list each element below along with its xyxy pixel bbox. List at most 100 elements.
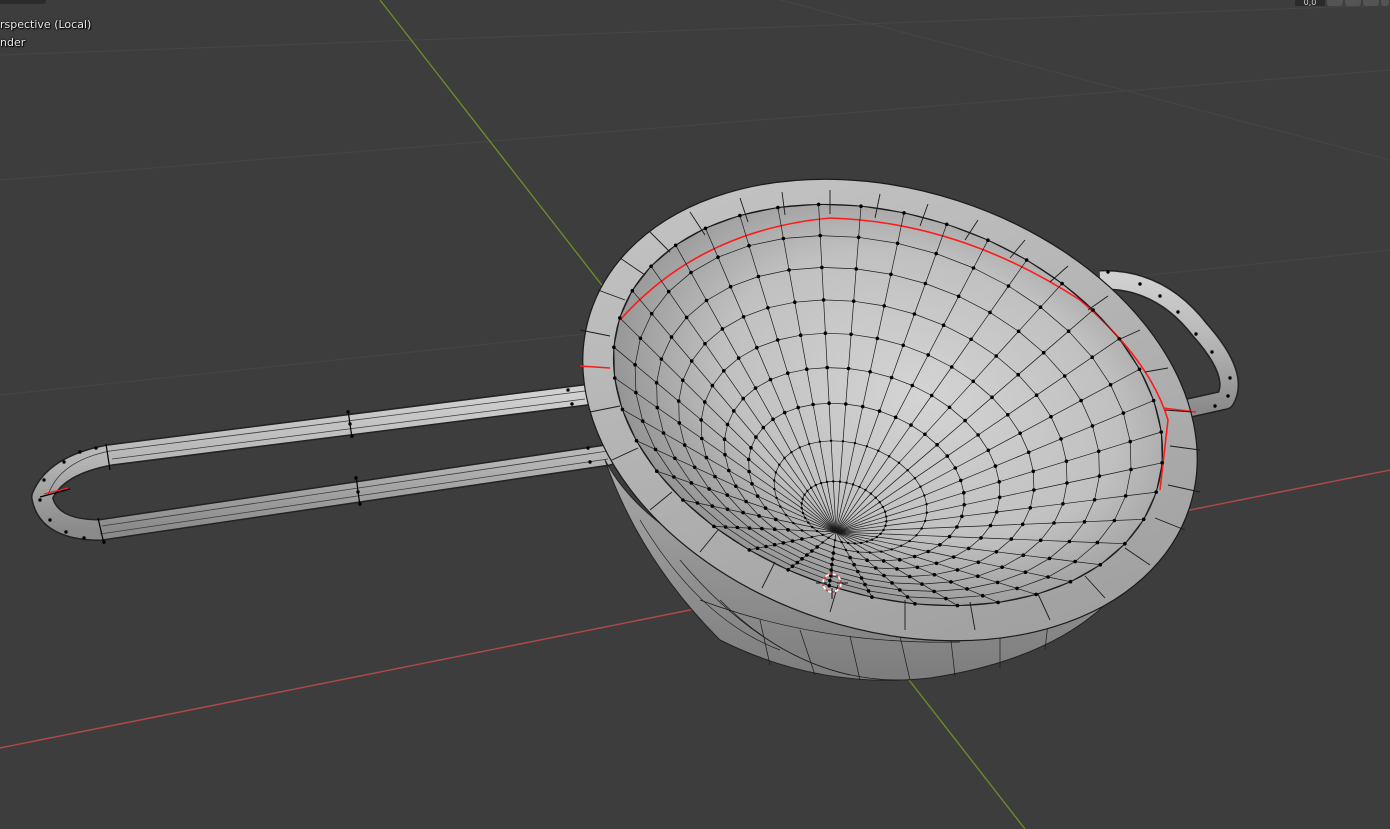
mesh-vertex: [776, 205, 780, 210]
mesh-vertex: [819, 481, 823, 485]
mesh-vertex: [990, 395, 994, 400]
mesh-vertex: [845, 481, 848, 484]
mesh-vertex: [634, 390, 638, 395]
mesh-vertex: [722, 437, 727, 442]
mesh-vertex: [755, 345, 759, 350]
mesh-vertex: [988, 523, 993, 528]
mesh-vertex: [747, 469, 751, 474]
mesh-vertex: [912, 554, 917, 559]
mesh-vertex: [723, 525, 728, 529]
mesh-vertex: [801, 511, 805, 515]
header-button[interactable]: [1363, 0, 1379, 6]
mesh-vertex: [1141, 517, 1146, 522]
mesh-vertex: [612, 345, 616, 350]
strainer-handle[interactable]: [31, 384, 619, 545]
mesh-vertex: [1128, 439, 1132, 444]
mesh-vertex: [906, 469, 909, 472]
mesh-vertex: [815, 545, 819, 549]
mesh-vertex: [1065, 481, 1069, 485]
mesh-vertex: [895, 567, 899, 571]
mesh-vertex: [1031, 469, 1036, 474]
mesh-vertex: [1038, 305, 1043, 310]
mesh-vertex: [798, 446, 801, 449]
header-tab[interactable]: [0, 0, 46, 4]
mesh-vertex: [925, 511, 928, 514]
mesh-vertex: [848, 555, 852, 560]
mesh-vertex: [851, 483, 855, 486]
mesh-vertex: [681, 498, 685, 502]
mesh-vertex: [772, 527, 777, 531]
mesh-vertex: [722, 369, 726, 373]
mesh-vertex: [707, 487, 711, 491]
mesh-vertex: [833, 539, 837, 542]
mesh-vertex: [849, 332, 853, 337]
mesh-vertex: [898, 588, 902, 592]
mesh-vertex: [710, 504, 715, 508]
mesh-vertex: [897, 557, 902, 562]
mesh-vertex: [1060, 281, 1064, 286]
mesh-vertex: [840, 540, 843, 544]
mesh-vertex: [915, 534, 918, 537]
mesh-vertex: [955, 525, 959, 529]
header-button[interactable]: [1345, 0, 1361, 6]
mesh-vertex: [859, 541, 863, 545]
mesh-vertex: [1021, 553, 1026, 557]
header-value-field[interactable]: 0,0: [1295, 0, 1325, 6]
mesh-vertex: [965, 587, 969, 591]
mesh-vertex: [1098, 562, 1103, 567]
mesh-vertex: [926, 353, 930, 357]
mesh-vertex: [692, 465, 697, 470]
mesh-vertex: [832, 480, 835, 483]
mesh-vertex: [725, 493, 730, 497]
mesh-vertex: [825, 480, 829, 484]
mesh-vertex: [838, 480, 842, 483]
mesh-vertex: [677, 421, 682, 425]
mesh-vertex: [856, 235, 861, 240]
mesh-vertex: [786, 371, 790, 376]
mesh-vertex: [800, 537, 804, 541]
mesh-vertex: [704, 455, 709, 460]
mesh-vertex: [793, 300, 797, 305]
mesh-vertex: [689, 359, 694, 363]
mesh-vertex: [732, 409, 736, 413]
mesh-vertex: [844, 402, 848, 406]
mesh-vertex: [923, 432, 927, 437]
mesh-vertex: [1067, 539, 1072, 544]
mesh-vertex: [953, 466, 958, 470]
mesh-vertex: [1068, 579, 1073, 584]
mesh-vertex: [1059, 437, 1063, 441]
mesh-vertex: [1020, 522, 1025, 527]
mesh-vertex: [885, 515, 888, 518]
mesh-vertex: [934, 561, 939, 566]
viewport-canvas[interactable]: [0, 0, 1390, 829]
mesh-vertex: [831, 551, 836, 555]
mesh-vertex: [875, 336, 880, 341]
mesh-vertex: [900, 544, 903, 547]
3d-viewport[interactable]: rspective (Local) nder 0,0: [0, 0, 1390, 829]
mesh-vertex: [844, 548, 848, 552]
mesh-vertex: [854, 267, 858, 271]
mesh-vertex: [703, 341, 707, 346]
header-button[interactable]: [1381, 0, 1389, 6]
mesh-vertex: [661, 431, 666, 435]
mesh-vertex: [870, 595, 874, 599]
mesh-vertex: [746, 457, 751, 462]
mesh-vertex: [995, 580, 1000, 585]
mesh-vertex: [858, 485, 861, 489]
mesh-vertex: [723, 452, 727, 457]
mesh-vertex: [781, 236, 786, 241]
mesh-vertex: [747, 243, 751, 248]
mesh-vertex: [890, 548, 893, 551]
mesh-vertex: [1052, 521, 1056, 525]
mesh-vertex: [815, 529, 819, 533]
header-button[interactable]: [1327, 0, 1343, 6]
mesh-vertex: [1160, 461, 1164, 465]
mesh-vertex: [971, 266, 976, 270]
mesh-vertex: [889, 272, 893, 277]
mesh-vertex: [720, 327, 725, 331]
mesh-vertex: [778, 463, 781, 466]
mesh-vertex: [806, 489, 809, 493]
mesh-vertex: [986, 448, 991, 453]
mesh-vertex: [869, 492, 873, 495]
mesh-vertex: [907, 574, 912, 579]
